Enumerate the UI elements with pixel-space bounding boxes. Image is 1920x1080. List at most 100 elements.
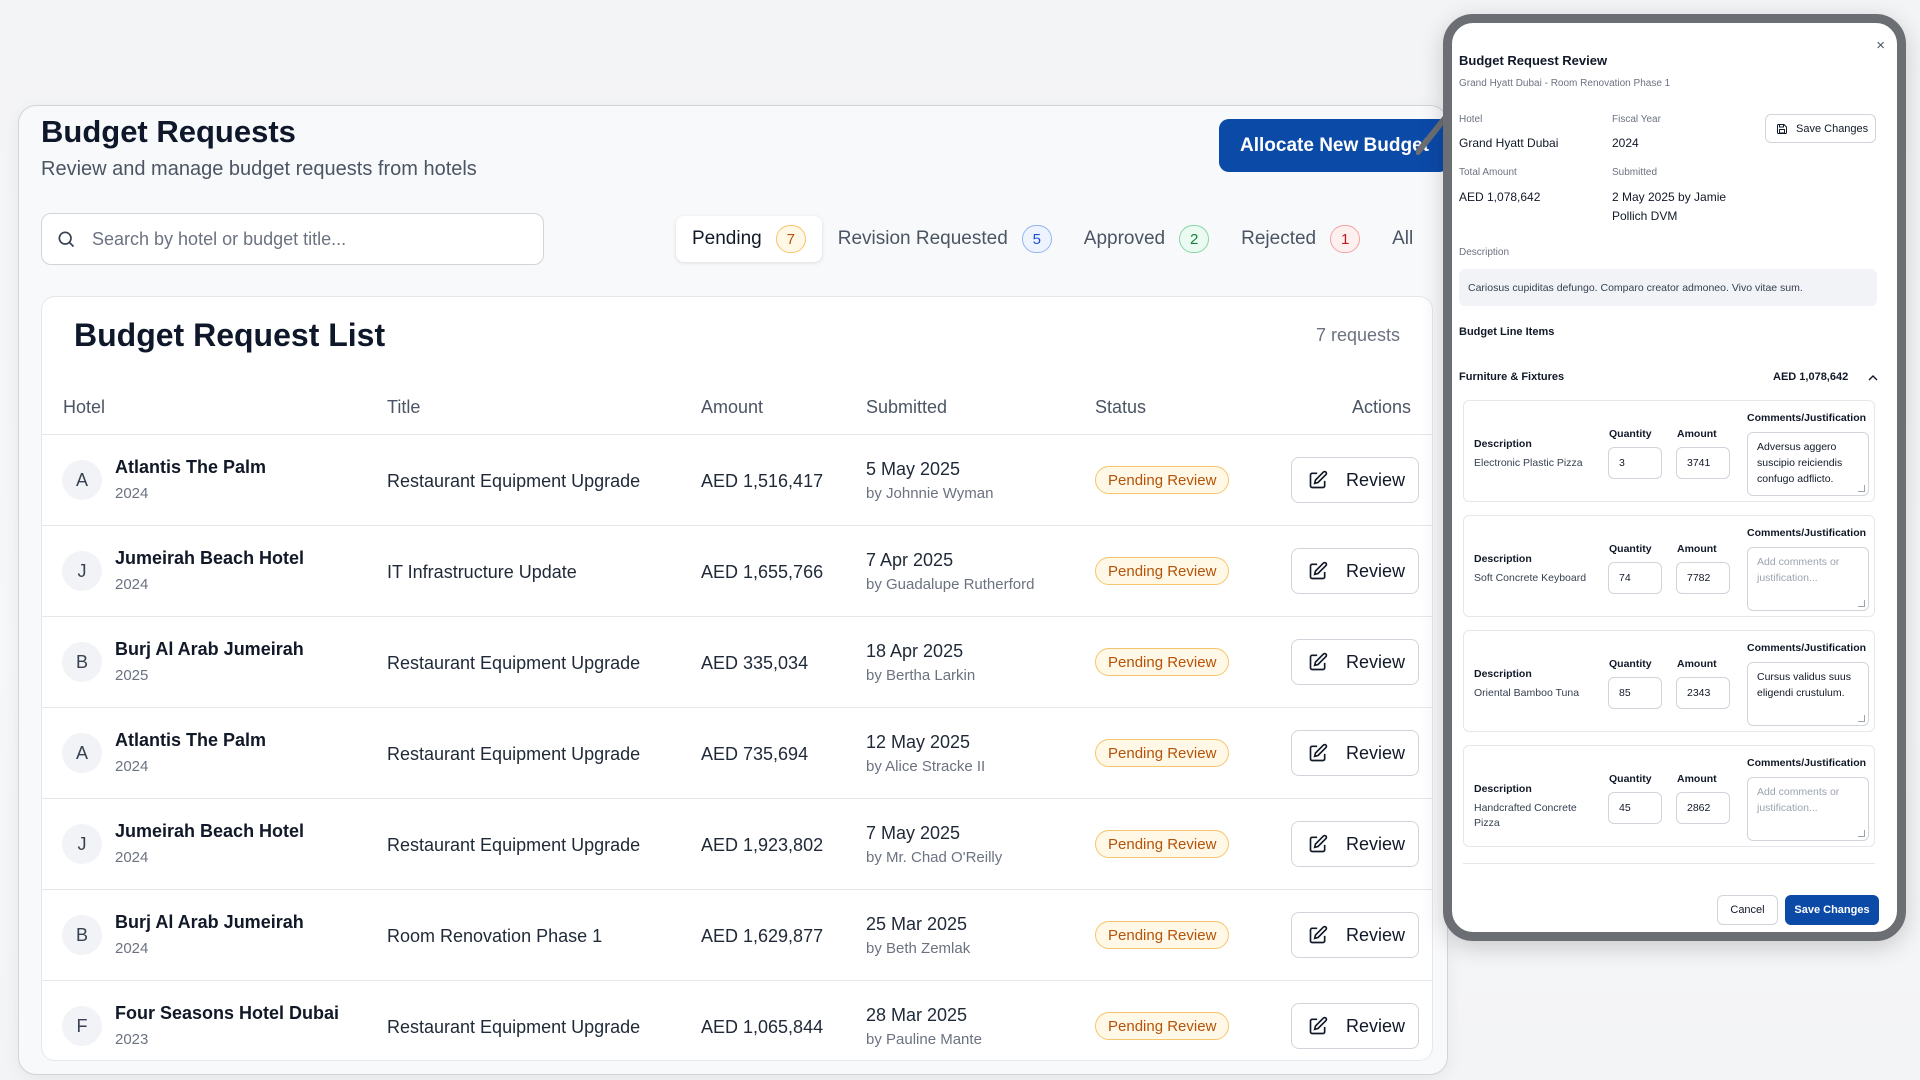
review-button[interactable]: Review	[1291, 821, 1419, 867]
amount-input[interactable]: 3741	[1676, 447, 1730, 479]
allocate-new-budget-button[interactable]: Allocate New Budget	[1219, 119, 1449, 172]
tab-revision-requested[interactable]: Revision Requested 5	[822, 216, 1068, 262]
comments-textarea[interactable]: Add comments or justification...	[1747, 547, 1869, 611]
edit-icon	[1309, 652, 1328, 671]
review-label: Review	[1346, 833, 1406, 854]
amount-column-label: Amount	[1677, 543, 1717, 555]
table-row: F Four Seasons Hotel Dubai 2023 Restaura…	[42, 981, 1432, 1060]
request-count: 7 requests	[1315, 325, 1400, 345]
list-title: Budget Request List	[74, 317, 386, 353]
description-column-label: Description	[1474, 783, 1532, 795]
budget-title: IT Infrastructure Update	[387, 562, 577, 582]
amount-column-label: Amount	[1677, 773, 1717, 785]
submitted-by: by Pauline Mante	[866, 1031, 982, 1048]
column-header-status: Status	[1095, 397, 1147, 417]
cancel-button[interactable]: Cancel	[1717, 895, 1778, 925]
tab-label: Pending	[692, 228, 762, 249]
avatar: B	[62, 642, 102, 682]
review-button[interactable]: Review	[1291, 548, 1419, 594]
comments-column-label: Comments/Justification	[1747, 412, 1867, 424]
status-tabs: Pending 7 Revision Requested 5 Approved …	[676, 216, 1429, 262]
quantity-input[interactable]: 3	[1608, 447, 1662, 479]
item-description: Oriental Bamboo Tuna	[1474, 687, 1580, 699]
submitted-date: 18 Apr 2025	[866, 641, 964, 661]
close-icon[interactable]: ×	[1876, 37, 1885, 54]
amount-input[interactable]: 2343	[1676, 677, 1730, 709]
budget-review-dialog: Budget Request Review Grand Hyatt Dubai …	[1443, 14, 1906, 941]
review-button[interactable]: Review	[1291, 457, 1419, 503]
quantity-input[interactable]: 85	[1608, 677, 1662, 709]
review-button[interactable]: Review	[1291, 1003, 1419, 1049]
comments-textarea[interactable]: Add comments or justification...	[1747, 777, 1869, 841]
item-description: Handcrafted Concrete Pizza	[1474, 802, 1577, 830]
search-input[interactable]	[92, 228, 512, 250]
tab-approved[interactable]: Approved 2	[1068, 216, 1225, 262]
submitted-date: 7 May 2025	[866, 823, 961, 843]
search-box[interactable]	[41, 213, 544, 265]
budget-title: Restaurant Equipment Upgrade	[387, 835, 641, 855]
column-header-actions: Actions	[1351, 397, 1411, 417]
total-amount-label: Total Amount	[1459, 167, 1517, 178]
tab-pending[interactable]: Pending 7	[676, 216, 822, 262]
amount-input[interactable]: 7782	[1676, 562, 1730, 594]
quantity-input[interactable]: 74	[1608, 562, 1662, 594]
fiscal-year: 2024	[115, 758, 149, 775]
line-item: Description Oriental Bamboo Tuna Quantit…	[1463, 630, 1875, 732]
line-item: Description Electronic Plastic Pizza Qua…	[1463, 400, 1875, 502]
hotel-name: Atlantis The Palm	[115, 457, 267, 477]
status-badge: Pending Review	[1095, 1012, 1230, 1040]
fiscal-year-value: 2024	[1612, 136, 1639, 150]
avatar: F	[62, 1006, 102, 1046]
budget-title: Restaurant Equipment Upgrade	[387, 653, 641, 673]
submitted-date: 12 May 2025	[866, 732, 971, 752]
quantity-column-label: Quantity	[1609, 658, 1652, 670]
description-column-label: Description	[1474, 438, 1532, 450]
description-text: Cariosus cupiditas defungo. Comparo crea…	[1459, 269, 1877, 306]
tab-all[interactable]: All	[1376, 216, 1429, 262]
review-label: Review	[1346, 742, 1406, 763]
tab-label: Approved	[1083, 228, 1166, 249]
amount-input[interactable]: 2862	[1676, 792, 1730, 824]
table-row: A Atlantis The Palm 2024 Restaurant Equi…	[42, 708, 1432, 799]
comments-textarea[interactable]: Cursus validus suus eligendi crustulum.	[1747, 662, 1869, 726]
table-header: Hotel Title Amount Submitted Status Acti…	[42, 385, 1432, 435]
fiscal-year: 2024	[115, 940, 149, 957]
category-total: AED 1,078,642	[1773, 371, 1849, 383]
review-label: Review	[1346, 651, 1406, 672]
avatar: B	[62, 915, 102, 955]
hotel-name: Burj Al Arab Jumeirah	[115, 639, 304, 659]
review-button[interactable]: Review	[1291, 730, 1419, 776]
line-item: Description Soft Concrete Keyboard Quant…	[1463, 515, 1875, 617]
comments-column-label: Comments/Justification	[1747, 527, 1867, 539]
chevron-up-icon[interactable]	[1868, 373, 1878, 383]
tab-label: All	[1392, 228, 1414, 249]
save-changes-button[interactable]: Save Changes	[1785, 895, 1879, 925]
fiscal-year-label: Fiscal Year	[1612, 114, 1661, 125]
quantity-input[interactable]: 45	[1608, 792, 1662, 824]
table-row: A Atlantis The Palm 2024 Restaurant Equi…	[42, 435, 1432, 526]
budget-title: Restaurant Equipment Upgrade	[387, 744, 641, 764]
avatar: A	[62, 733, 102, 773]
save-changes-top-button[interactable]: Save Changes	[1765, 114, 1876, 143]
submitted-value-2: Pollich DVM	[1612, 209, 1678, 223]
status-badge: Pending Review	[1095, 830, 1230, 858]
submitted-by: by Guadalupe Rutherford	[866, 576, 1035, 593]
edit-icon	[1309, 470, 1328, 489]
amount-column-label: Amount	[1677, 428, 1717, 440]
review-button[interactable]: Review	[1291, 912, 1419, 958]
description-column-label: Description	[1474, 553, 1532, 565]
submitted-date: 5 May 2025	[866, 459, 961, 479]
review-button[interactable]: Review	[1291, 639, 1419, 685]
comments-textarea[interactable]: Adversus aggero suscipio reiciendis conf…	[1747, 432, 1869, 496]
submitted-by: by Alice Stracke II	[866, 758, 986, 775]
budget-amount: AED 335,034	[701, 653, 809, 673]
tab-rejected[interactable]: Rejected 1	[1225, 216, 1376, 262]
submitted-date: 28 Mar 2025	[866, 1005, 968, 1025]
submitted-date: 25 Mar 2025	[866, 914, 968, 934]
avatar: J	[62, 551, 102, 591]
tab-count-badge: 5	[1021, 225, 1052, 253]
category-name[interactable]: Furniture & Fixtures	[1459, 371, 1564, 383]
hotel-label: Hotel	[1459, 114, 1483, 125]
submitted-label: Submitted	[1612, 167, 1658, 178]
hotel-name: Jumeirah Beach Hotel	[115, 548, 305, 568]
